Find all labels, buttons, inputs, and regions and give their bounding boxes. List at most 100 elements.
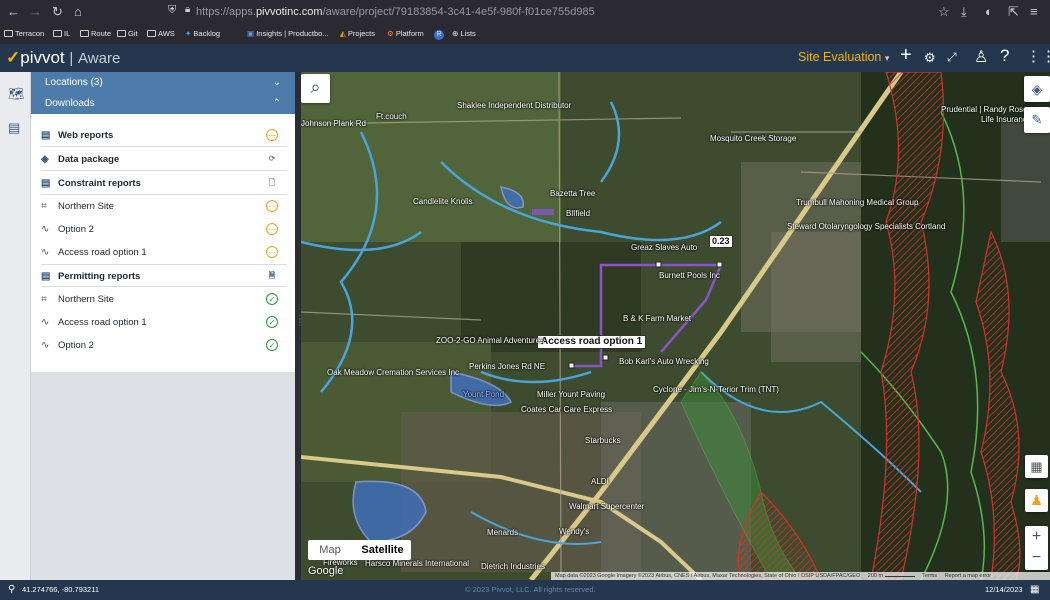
gear-icon[interactable]: ⚙: [924, 50, 936, 66]
add-icon[interactable]: +: [900, 44, 912, 67]
extension-icon[interactable]: ◐: [985, 4, 993, 19]
terms-link[interactable]: Terms: [922, 573, 937, 579]
apps-grid-icon[interactable]: ⋮⋮⋮: [1026, 47, 1050, 65]
poi-label[interactable]: BlIfield: [566, 209, 590, 218]
poi-label[interactable]: ZOO-2-GO Animal Adventures: [436, 336, 544, 345]
check-icon[interactable]: ✓: [266, 316, 278, 328]
poi-label[interactable]: Bob Karl's Auto Wrecking: [619, 357, 709, 366]
poi-label[interactable]: Oak Meadow Cremation Services Inc: [327, 368, 459, 377]
lock-icon[interactable]: 🔒︎: [185, 4, 190, 15]
expand-icon[interactable]: ⤢: [947, 50, 957, 65]
item-label: Northern Site: [58, 201, 114, 212]
poi-label[interactable]: Walmart Supercenter: [569, 502, 644, 511]
poi-label[interactable]: Steward Otolaryngology Specialists Cortl…: [787, 222, 945, 231]
globe-icon: ⊕: [452, 29, 459, 38]
constraint-reports-header[interactable]: ▤ Constraint reports 🗋︎: [41, 172, 287, 195]
list-item[interactable]: ∿ Access road option 1 ✓: [41, 311, 287, 334]
url-bar[interactable]: https://apps.pivvotinc.com/aware/project…: [196, 4, 936, 21]
poi-label[interactable]: Trumbull Mahoning Medical Group: [796, 198, 918, 207]
map-view[interactable]: Access road option 1 0.23 Shaklee Indepe…: [301, 72, 1050, 580]
poi-label[interactable]: Dietrich Industries: [481, 562, 545, 571]
bookmark-r[interactable]: R: [434, 29, 444, 40]
draw-pencil-icon[interactable]: ✎: [1024, 107, 1050, 133]
poi-label[interactable]: Ft.couch: [376, 112, 407, 121]
date-readout: 12/14/2023: [985, 585, 1023, 594]
report-error-link[interactable]: Report a map error: [945, 573, 991, 579]
left-rail: 🗺︎ ▤: [0, 72, 31, 580]
poi-label[interactable]: Miller Yount Paving: [537, 390, 605, 399]
map-type-satellite-button[interactable]: Satellite: [354, 540, 411, 560]
list-item[interactable]: ⌗ Northern Site ⋯: [41, 195, 287, 218]
share-icon[interactable]: ⇱: [1008, 4, 1019, 20]
list-item[interactable]: ⌗ Northern Site ✓: [41, 288, 287, 311]
backlog-icon: ✦: [185, 29, 192, 38]
bookmark-aws[interactable]: AWS: [147, 29, 175, 38]
poi-label[interactable]: Harsco Minerals International: [365, 559, 469, 568]
locations-accordion[interactable]: Locations (3) ⌄: [31, 72, 295, 93]
data-package-header[interactable]: ◈ Data package ⟳: [41, 148, 287, 171]
file-icon[interactable]: 🗎︎: [266, 270, 278, 282]
bookmark-terracon[interactable]: Terracon: [4, 29, 44, 38]
check-icon[interactable]: ✓: [266, 293, 278, 305]
poi-label[interactable]: Shaklee Independent Distributor: [457, 101, 571, 110]
poi-label[interactable]: Cyclone - Jim's-N-Terior Trim (TNT): [653, 385, 779, 394]
route-icon: ∿: [41, 340, 50, 351]
poi-label[interactable]: Wendy's: [559, 527, 589, 536]
bookmark-git[interactable]: Git: [117, 29, 138, 38]
download-icon[interactable]: ⤓: [961, 4, 967, 20]
data-package-label: Data package: [58, 154, 120, 165]
poi-label[interactable]: Mosquito Creek Storage: [710, 134, 796, 143]
web-reports-header[interactable]: ▤ Web reports ⋯: [41, 124, 287, 147]
permitting-reports-header[interactable]: ▤ Permitting reports 🗎︎: [41, 264, 287, 287]
map-type-map-button[interactable]: Map: [308, 540, 352, 560]
file-icon[interactable]: 🗋︎: [266, 177, 278, 189]
reload-icon[interactable]: ↻: [52, 4, 63, 20]
status-footer: ⚲ 41.274766, -80.793211 © 2023 Pivvot, L…: [0, 580, 1050, 600]
back-icon[interactable]: ←: [7, 4, 20, 19]
user-icon[interactable]: ♙: [974, 47, 988, 67]
bookmark-label: Lists: [460, 29, 476, 38]
poi-label[interactable]: Menards: [487, 528, 518, 537]
calendar-icon[interactable]: ▦: [1030, 580, 1039, 600]
zoom-out-icon[interactable]: −: [1025, 547, 1048, 568]
shield-icon[interactable]: ⛨: [168, 4, 176, 17]
logo[interactable]: ✓pivvot | Aware: [6, 48, 120, 68]
list-item[interactable]: ∿ Option 2 ⋯: [41, 218, 287, 241]
poi-label[interactable]: Coates Car Care Express: [521, 405, 612, 414]
logo-separator: |: [69, 50, 74, 67]
poi-label[interactable]: B & K Farm Market: [623, 314, 691, 323]
bookmark-insights[interactable]: ▣ Insights | Productbo...: [247, 29, 329, 38]
poi-label[interactable]: Candlelite Knolls: [413, 197, 473, 206]
poi-label[interactable]: ALDI: [591, 477, 609, 486]
poi-label[interactable]: Greaz Slaves Auto: [631, 243, 697, 252]
poi-label[interactable]: Bazetta Tree: [550, 189, 595, 198]
poi-label[interactable]: Starbucks: [585, 436, 621, 445]
bookmark-lists[interactable]: ⊕ Lists: [452, 29, 476, 38]
bookmark-star-icon[interactable]: ☆: [938, 4, 950, 20]
list-item[interactable]: ∿ Access road option 1 ⋯: [41, 241, 287, 264]
report-icon[interactable]: ▤: [8, 120, 20, 136]
poi-label[interactable]: Prudential | Randy Roscoe: [941, 105, 1036, 114]
context-selector[interactable]: Site Evaluation ▾: [798, 50, 889, 64]
map-icon[interactable]: 🗺︎: [8, 86, 25, 102]
map-grid-icon[interactable]: ▦: [1025, 455, 1048, 478]
downloads-accordion[interactable]: Downloads ⌃: [31, 93, 295, 114]
bookmark-projects[interactable]: ◭ Projects: [340, 29, 375, 38]
refresh-icon[interactable]: ⟳: [266, 153, 278, 165]
check-icon[interactable]: ✓: [266, 339, 278, 351]
forward-icon[interactable]: →: [29, 4, 42, 19]
search-icon[interactable]: ⌕: [301, 74, 330, 103]
home-icon[interactable]: ⌂: [74, 4, 82, 19]
route-label[interactable]: Access road option 1: [537, 335, 647, 349]
bookmark-platform[interactable]: ⚙ Platform: [387, 29, 424, 38]
bookmark-route[interactable]: Route: [80, 29, 111, 38]
poi-label[interactable]: Burnett Pools Inc: [659, 271, 720, 280]
menu-icon[interactable]: ≡: [1030, 4, 1038, 19]
zoom-in-icon[interactable]: +: [1025, 526, 1048, 547]
pegman-icon[interactable]: ♟: [1025, 489, 1048, 512]
help-icon[interactable]: ?: [1000, 46, 1009, 66]
bookmark-backlog[interactable]: ✦ Backlog: [185, 29, 220, 38]
layers-icon[interactable]: ◈: [1024, 76, 1050, 102]
bookmark-il[interactable]: IL: [53, 29, 70, 38]
list-item[interactable]: ∿ Option 2 ✓: [41, 334, 287, 357]
